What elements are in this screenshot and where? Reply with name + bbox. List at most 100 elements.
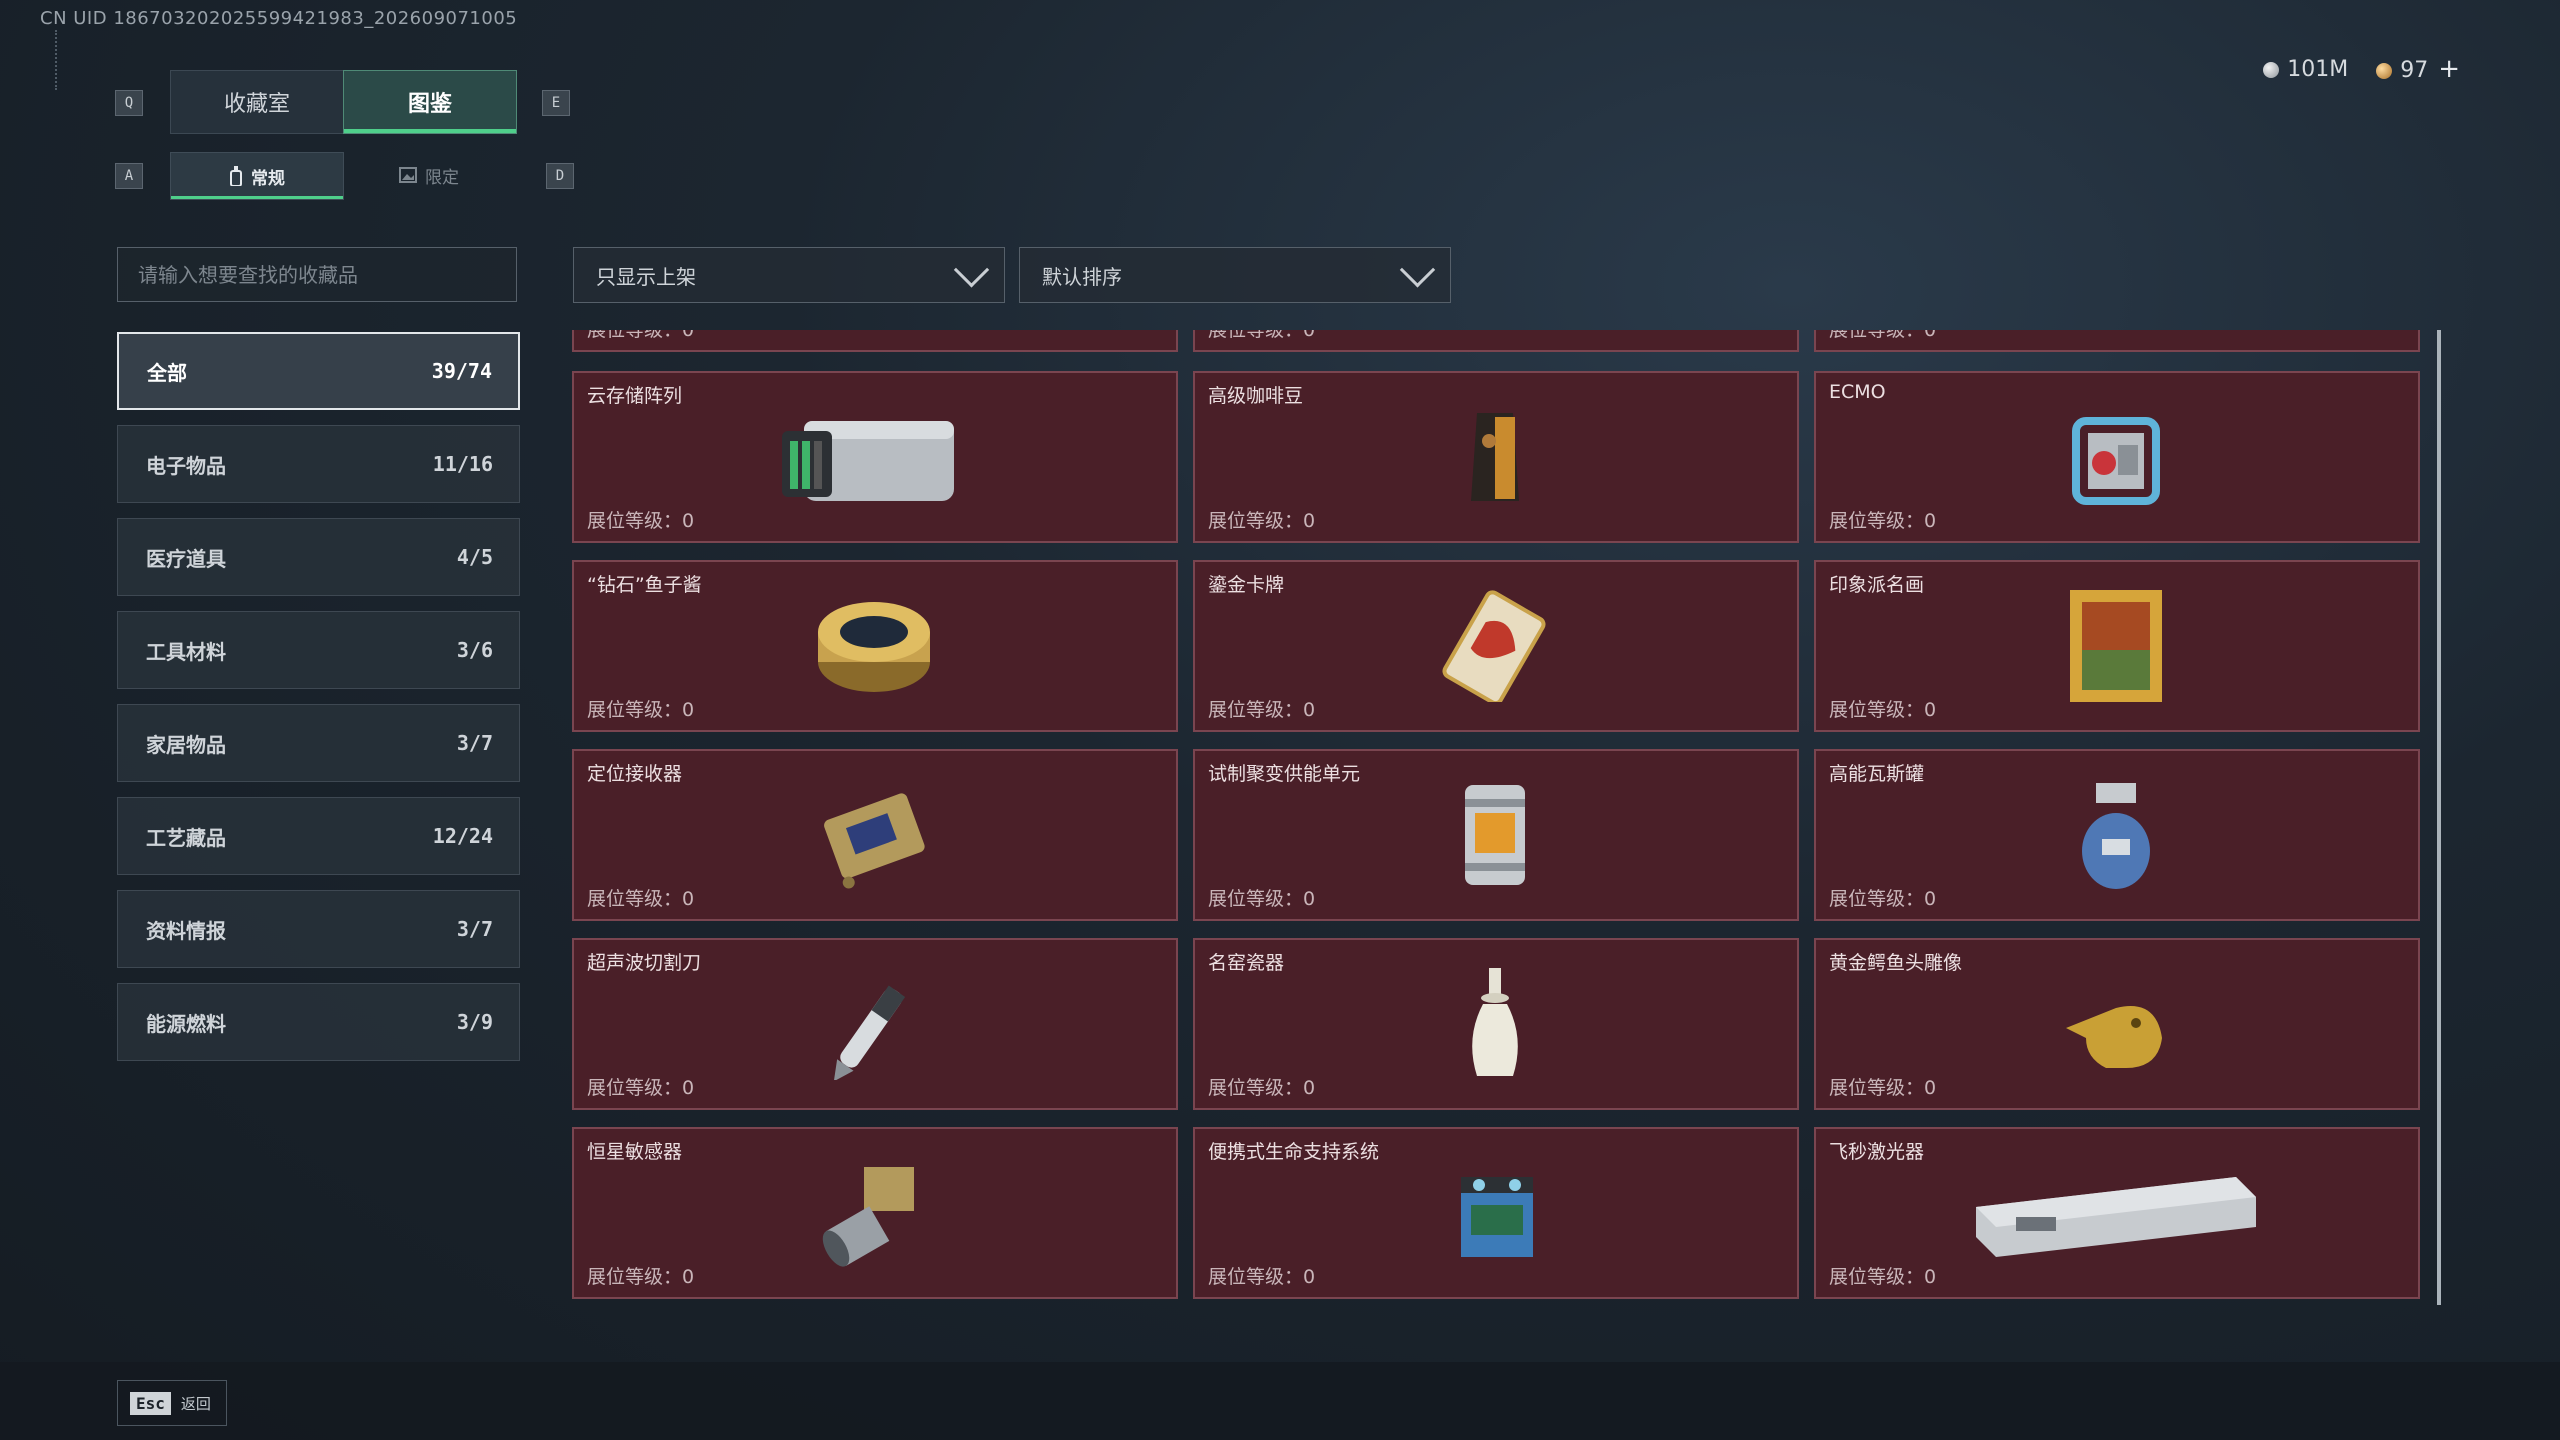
subtab-limited[interactable]: 限定	[343, 152, 515, 198]
item-card-star-sensor[interactable]: 恒星敏感器 展位等级：0	[572, 1127, 1178, 1299]
coffee-bag-icon	[1425, 401, 1565, 513]
item-level: 展位等级：0	[587, 1266, 695, 1288]
item-name: 便携式生命支持系统	[1208, 1141, 1380, 1163]
uid-text: CN UID 1867032020255994219​83_2026090710…	[40, 8, 518, 29]
item-name: 高能瓦斯罐	[1829, 763, 1925, 785]
display-filter-dropdown[interactable]: 只显示上架	[573, 247, 1005, 303]
image-icon	[399, 167, 417, 183]
back-label: 返回	[180, 1394, 211, 1413]
category-count: 3/7	[456, 917, 493, 941]
item-card-ecmo[interactable]: ECMO 展位等级：0	[1814, 371, 2420, 543]
gps-receiver-icon	[804, 779, 944, 891]
currency-bar: 101M 97 +	[2263, 54, 2460, 84]
item-card-porcelain[interactable]: 名窑瓷器 展位等级：0	[1193, 938, 1799, 1110]
item-card[interactable]: 展位等级：0	[1814, 330, 2420, 352]
category-label: 医疗道具	[146, 546, 226, 571]
item-card-coffee-beans[interactable]: 高级咖啡豆 展位等级：0	[1193, 371, 1799, 543]
caviar-tin-icon	[804, 590, 944, 702]
key-hint-e: E	[542, 90, 570, 116]
category-label: 资料情报	[146, 918, 226, 943]
item-level: 展位等级：0	[1208, 699, 1316, 721]
category-label: 工艺藏品	[146, 825, 226, 850]
display-filter-value: 只显示上架	[596, 264, 696, 289]
silver-currency: 101M	[2263, 57, 2348, 82]
tab-catalog[interactable]: 图鉴	[343, 70, 517, 134]
life-support-icon	[1425, 1157, 1565, 1269]
subtab-limited-label: 限定	[425, 167, 459, 188]
item-level: 展位等级：0	[1208, 1077, 1316, 1099]
item-card-gold-card[interactable]: 鎏金卡牌 展位等级：0	[1193, 560, 1799, 732]
item-level: 展位等级：0	[1829, 330, 1937, 341]
gold-card-icon	[1425, 590, 1565, 702]
item-name: 黄金鳄鱼头雕像	[1829, 952, 1963, 974]
item-card-cloud-storage[interactable]: 云存储阵列 展位等级：0	[572, 371, 1178, 543]
subtab-regular[interactable]: 常规	[170, 152, 344, 200]
category-count: 3/6	[456, 638, 493, 662]
category-intel[interactable]: 资料情报 3/7	[117, 890, 520, 968]
item-level: 展位等级：0	[587, 699, 695, 721]
search-input[interactable]	[117, 247, 517, 302]
key-hint-d: D	[546, 163, 574, 189]
item-name: 高级咖啡豆	[1208, 385, 1304, 407]
item-card-painting[interactable]: 印象派名画 展位等级：0	[1814, 560, 2420, 732]
item-card-fusion-cell[interactable]: 试制聚变供能单元 展位等级：0	[1193, 749, 1799, 921]
key-hint-q: Q	[115, 90, 143, 116]
ecmo-machine-icon	[2046, 401, 2186, 513]
item-card-caviar[interactable]: “钻石”鱼子酱 展位等级：0	[572, 560, 1178, 732]
item-name: ECMO	[1829, 381, 1886, 403]
item-level: 展位等级：0	[1829, 888, 1937, 910]
item-card[interactable]: 展位等级：0	[1193, 330, 1799, 352]
item-name: 名窑瓷器	[1208, 952, 1285, 974]
star-sensor-icon	[804, 1157, 944, 1269]
sort-value: 默认排序	[1042, 264, 1122, 289]
server-array-icon	[774, 401, 974, 513]
item-name: 印象派名画	[1829, 574, 1925, 596]
category-tools[interactable]: 工具材料 3/6	[117, 611, 520, 689]
category-list: 全部 39/74 电子物品 11/16 医疗道具 4/5 工具材料 3/6 家居物品 3/…	[117, 332, 520, 1076]
item-card[interactable]: 展位等级：0	[572, 330, 1178, 352]
category-count: 4/5	[456, 545, 493, 569]
chevron-down-icon	[1399, 251, 1436, 288]
category-count: 3/7	[456, 731, 493, 755]
item-card-life-support[interactable]: 便携式生命支持系统 展位等级：0	[1193, 1127, 1799, 1299]
category-count: 12/24	[432, 824, 493, 848]
item-name: 超声波切割刀	[587, 952, 702, 974]
scrollbar-thumb[interactable]	[2437, 330, 2441, 1305]
item-level: 展位等级：0	[1208, 1266, 1316, 1288]
category-count: 3/9	[456, 1010, 493, 1034]
bottle-icon	[230, 166, 242, 186]
item-level: 展位等级：0	[1829, 1266, 1937, 1288]
category-medical[interactable]: 医疗道具 4/5	[117, 518, 520, 596]
item-level: 展位等级：0	[1208, 330, 1316, 341]
bottom-bar	[0, 1362, 2560, 1440]
gold-crocodile-icon	[2046, 968, 2186, 1080]
sort-dropdown[interactable]: 默认排序	[1019, 247, 1451, 303]
category-all[interactable]: 全部 39/74	[117, 332, 520, 410]
item-level: 展位等级：0	[587, 1077, 695, 1099]
category-crafts[interactable]: 工艺藏品 12/24	[117, 797, 520, 875]
item-card-femtosecond-laser[interactable]: 飞秒激光器 展位等级：0	[1814, 1127, 2420, 1299]
item-level: 展位等级：0	[1208, 888, 1316, 910]
category-count: 39/74	[431, 359, 492, 383]
item-card-gold-crocodile[interactable]: 黄金鳄鱼头雕像 展位等级：0	[1814, 938, 2420, 1110]
esc-key-hint: Esc	[130, 1391, 171, 1415]
item-card-ultrasonic-cutter[interactable]: 超声波切割刀 展位等级：0	[572, 938, 1178, 1110]
tab-collection-room[interactable]: 收藏室	[170, 70, 344, 134]
category-electronics[interactable]: 电子物品 11/16	[117, 425, 520, 503]
add-currency-button[interactable]: +	[2438, 54, 2460, 84]
category-energy[interactable]: 能源燃料 3/9	[117, 983, 520, 1061]
item-level: 展位等级：0	[1829, 699, 1937, 721]
item-level: 展位等级：0	[587, 330, 695, 341]
item-card-gas-canister[interactable]: 高能瓦斯罐 展位等级：0	[1814, 749, 2420, 921]
decorative-line	[55, 30, 63, 90]
category-household[interactable]: 家居物品 3/7	[117, 704, 520, 782]
item-name: 云存储阵列	[587, 385, 683, 407]
category-label: 全部	[147, 360, 187, 385]
key-hint-a: A	[115, 163, 143, 189]
item-card-gps-receiver[interactable]: 定位接收器 展位等级：0	[572, 749, 1178, 921]
laser-case-icon	[1956, 1157, 2276, 1269]
item-level: 展位等级：0	[587, 888, 695, 910]
back-button[interactable]: Esc 返回	[117, 1380, 227, 1426]
fusion-cell-icon	[1425, 779, 1565, 891]
framed-painting-icon	[2046, 590, 2186, 702]
